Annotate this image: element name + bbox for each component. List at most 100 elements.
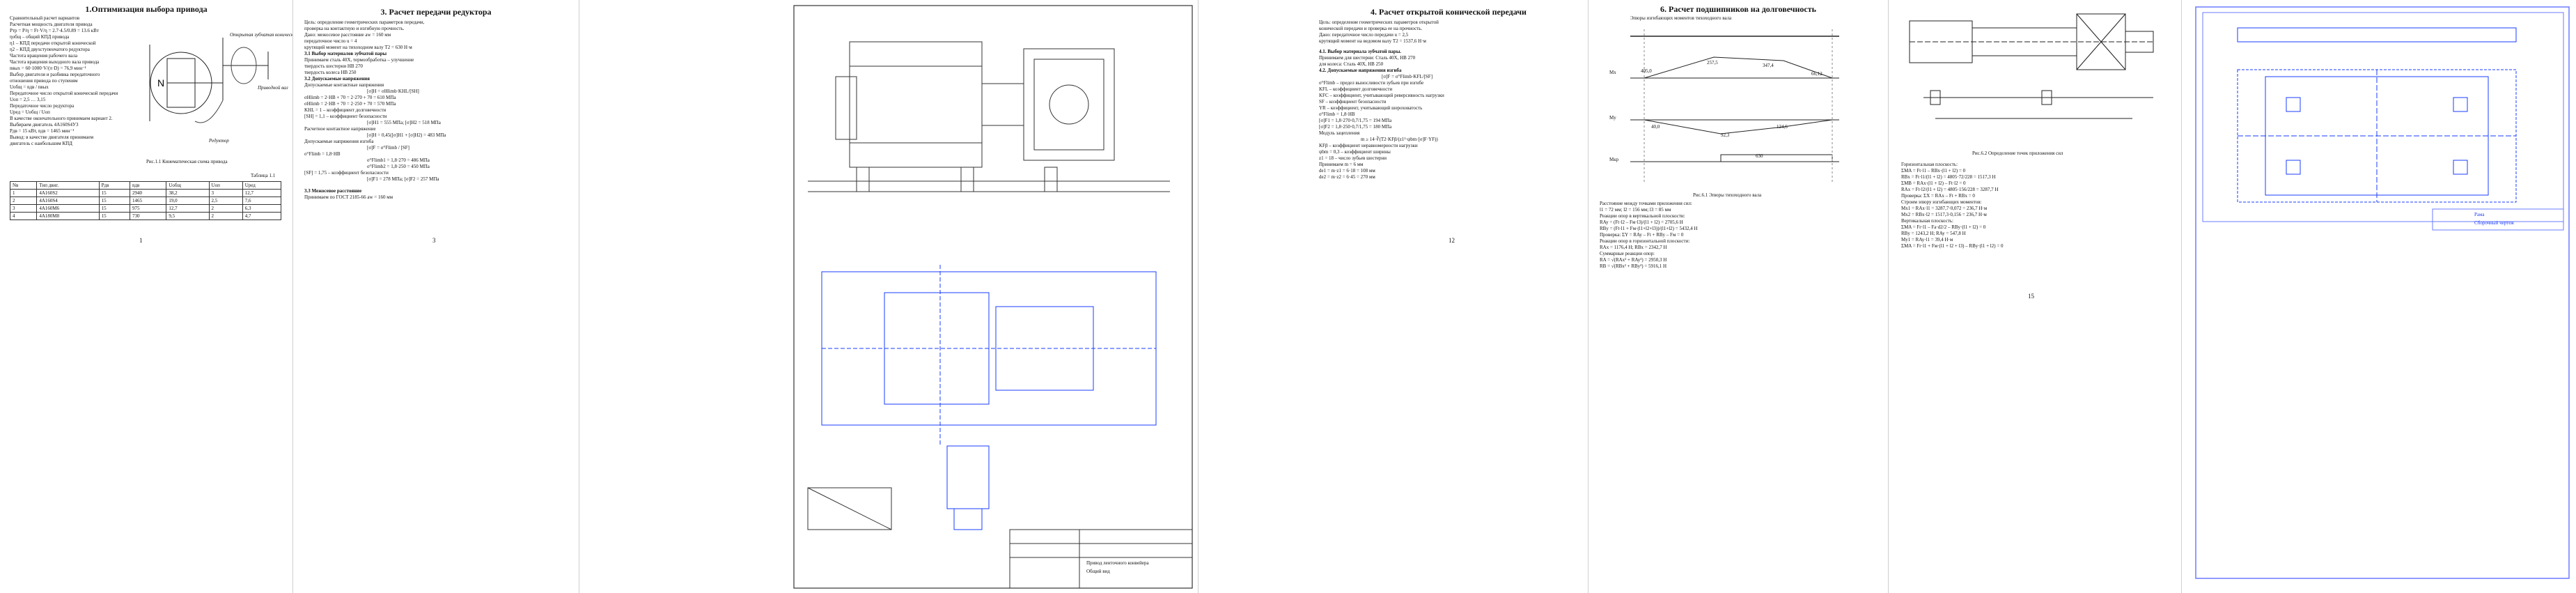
stamp-subtitle: Общий вид [1086, 569, 1110, 574]
text-line: конической передачи и проверка ее на про… [1319, 26, 1423, 31]
text-line: My1 = RAy·l1 = 39,4 Н·м [1901, 237, 1953, 242]
text-line: σHlimb = 2·HB + 70 = 2·270 + 70 = 610 МП… [304, 95, 396, 100]
text-line: nвых = 60·1000·V/(π·D) = 76,9 мин⁻¹ [10, 66, 86, 71]
stamp-subtitle: Сборочный чертеж [2474, 220, 2515, 226]
text-line: Принимаем сталь 40Х, термообработка – ул… [304, 57, 414, 63]
table-title: Таблица 1.1 [251, 173, 276, 178]
diagram-value: 124,6 [1777, 124, 1788, 130]
text-line: Проверка: ΣX = RAx – Ft + RBx = 0 [1901, 193, 1975, 199]
text-line: передаточное число u = 4 [304, 38, 357, 44]
table-cell: 15 [98, 197, 130, 205]
text-line: Цель: определение геометрических парамет… [304, 20, 425, 25]
stamp-title: Привод ленточного конвейера [1086, 560, 1149, 566]
page-number: 12 [1449, 237, 1455, 244]
drawing-frame: Рама Сборочный чертеж [2182, 0, 2576, 593]
text-line: z1 = 18 – число зубьев шестерни [1319, 155, 1387, 161]
text-line: [σ]F = σ°Flimb / [SF] [367, 145, 409, 151]
text-line: RAx = 1176,4 Н; RBx = 2342,7 Н [1600, 245, 1667, 250]
text-line: dе2 = m·z2 = 6·45 = 270 мм [1319, 174, 1375, 180]
text-line: [σ]F = σ°Flimb·KFL/[SF] [1382, 74, 1433, 79]
moment-label-mkr: Mкр [1609, 157, 1619, 162]
text-line: σ°Flimb = 1,8·HB [304, 151, 341, 157]
page-4-text: Расстояние между точками приложения сил:… [1600, 201, 1878, 270]
table-cell: Тип двиг. [36, 181, 100, 190]
diagram-value: 630 [1756, 153, 1763, 159]
text-line: Pдв = 15 кВт, nдв = 1465 мин⁻¹ [10, 128, 75, 134]
text-line: 3.2 Допускаемые напряжения [304, 76, 370, 82]
text-line: Принимаем по ГОСТ 2185-66 aw = 160 мм [304, 194, 393, 200]
text-line: RAx = Ft·l2/(l1 + l2) = 4805·156/228 = 3… [1901, 187, 1999, 192]
table-cell: 6,3 [242, 204, 282, 213]
page-3: 4. Расчет открытой конической передачи Ц… [1309, 0, 1588, 593]
text-line: KHL = 1 – коэффициент долговечности [304, 107, 387, 113]
text-line: ΣMA = Ft·l1 – RBx·(l1 + l2) = 0 [1901, 168, 1966, 174]
table-cell: 4 [9, 212, 38, 220]
text-line: 4.2. Допускаемые напряжения изгиба [1319, 68, 1402, 73]
table-cell: 9,5 [166, 212, 210, 220]
text-line: σHlimb = 2·HB + 70 = 2·250 + 70 = 570 МП… [304, 101, 396, 107]
text-line: Pтр = P/η = Ft·V/η = 2.7·4.5/0.89 = 13.6… [10, 28, 99, 33]
text-line: Mx2 = RBx·l2 = 1517,3·0,156 = 236,7 Н·м [1901, 212, 1987, 217]
text-line: [σ]H = 0,45([σ]H1 + [σ]H2) = 483 МПа [367, 132, 446, 138]
text-line: ΣMB = RAx·(l1 + l2) – Ft·l2 = 0 [1901, 180, 1966, 186]
text-line: SF – коэффициент безопасности [1319, 99, 1387, 105]
text-line: твердость шестерни HB 270 [304, 63, 363, 69]
table-cell: 4,7 [242, 212, 282, 220]
text-line: ηобщ – общий КПД привода [10, 34, 70, 40]
table-cell: nдв [129, 181, 167, 190]
text-line: 3.3 Межосевое расстояние [304, 188, 362, 194]
figure-label-right: Приводной вал [258, 85, 288, 91]
text-line: Дано: межосевое расстояние aw = 160 мм [304, 32, 391, 38]
text-line: ψbm = 0,3 – коэффициент ширины [1319, 149, 1391, 155]
page-2: 3. Расчет передачи редуктора Цель: опред… [293, 0, 579, 593]
text-line: Вертикальная плоскость: [1901, 218, 1954, 224]
text-line: RB = √(RBx² + RBy²) = 5916,1 Н [1600, 263, 1667, 269]
text-line: Выбираем двигатель 4А160S4У3 [10, 122, 79, 128]
table-cell: 15 [98, 204, 130, 213]
text-line: [σ]H1 = 555 МПа; [σ]H2 = 518 МПа [367, 120, 441, 125]
shaft-figure [1909, 13, 2154, 119]
text-line: Допускаемые напряжения изгиба [304, 139, 374, 144]
text-line: RBy = (Ft·l1 + Fм·(l1+l2+l3))/(l1+l2) = … [1600, 226, 1698, 231]
page-2-text: Цель: определение геометрических парамет… [304, 20, 569, 201]
text-line: σ°Flimb1 = 1,8·270 = 486 МПа [367, 157, 430, 163]
text-line: Принимаем для шестерни: Сталь 40Х, HB 27… [1319, 55, 1416, 61]
text-line: В качестве окончательного принимаем вари… [10, 116, 113, 121]
text-line: Цель: определение геометрических парамет… [1319, 20, 1439, 25]
text-line: Суммарные реакции опор: [1600, 251, 1655, 256]
text-line: Модуль зацепления [1319, 130, 1360, 136]
text-line: RBy = 1243,2 Н; RAy = 547,8 Н [1901, 231, 1966, 236]
table-row: 3 4А160M6 15 975 12,7 2 6,3 [9, 204, 282, 213]
figure-caption: Рис.6.2 Определение точек приложения сил [1972, 151, 2063, 156]
text-line: Реакции опор в вертикальной плоскости: [1600, 213, 1685, 219]
text-line: Вывод: в качестве двигателя принимаем [10, 134, 93, 140]
text-line: Горизонтальная плоскость: [1901, 162, 1958, 167]
text-line: η1 – КПД передачи открытой конической [10, 40, 96, 46]
page-1-title: 1.Оптимизация выбора привода [85, 4, 208, 14]
table-cell: 7,6 [242, 197, 282, 205]
text-line: RA = √(RAx² + RAy²) = 2950,3 Н [1600, 257, 1667, 263]
text-line: для колеса: Сталь 40Х, HB 250 [1319, 61, 1384, 67]
table-cell: 975 [129, 204, 167, 213]
table-cell: 15 [98, 189, 130, 197]
text-line: KFL – коэффициент долговечности [1319, 86, 1393, 92]
table-cell: 2,5 [208, 197, 243, 205]
text-line: [σ]H = σHlimb·KHL/[SH] [367, 88, 419, 94]
text-line: [SF] = 1,75 – коэффициент безопасности [304, 170, 389, 176]
text-line: m ≥ 14·∛(T2·KFβ/(z1²·ψbm·[σ]F·YF)) [1361, 137, 1438, 142]
text-line: dе1 = m·z1 = 6·18 = 108 мм [1319, 168, 1375, 174]
page-5: Рис.6.2 Определение точек приложения сил… [1889, 0, 2182, 593]
moment-diagrams [1630, 29, 1839, 183]
diagram-value: 347,4 [1763, 63, 1774, 68]
table-cell: 730 [129, 212, 167, 220]
text-line: Mx1 = RAx·l1 = 3287,7·0,072 = 236,7 Н·м [1901, 206, 1988, 211]
frame-drawing [2195, 6, 2570, 579]
table-cell: 2 [208, 204, 243, 213]
text-line: [SH] = 1,1 – коэффициент безопасности [304, 114, 387, 119]
drawing-assembly: Привод ленточного конвейера Общий вид [780, 0, 1199, 593]
moment-label-my: My [1609, 115, 1616, 121]
figure-label-bottom: Редуктор [209, 138, 229, 144]
svg-text:N: N [157, 77, 164, 88]
table-cell: 12,7 [242, 189, 282, 197]
table-cell: 3 [9, 204, 38, 213]
